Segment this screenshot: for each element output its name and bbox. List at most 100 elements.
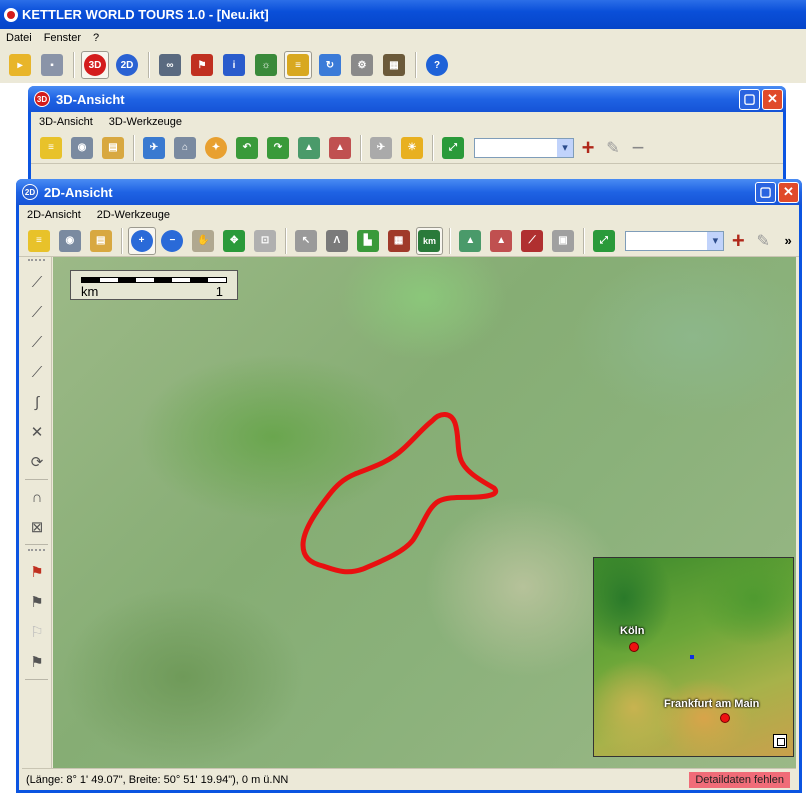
edit-pencil-icon[interactable]: ✎ bbox=[752, 231, 774, 251]
route-tool-1[interactable]: ⟋ bbox=[24, 269, 50, 295]
help-button[interactable]: ? bbox=[423, 51, 451, 79]
grid-button[interactable]: ▦ bbox=[385, 227, 413, 255]
mountain-icon: ▲ bbox=[298, 136, 320, 159]
close-button[interactable]: ✕ bbox=[762, 88, 783, 110]
track-select[interactable] bbox=[624, 230, 725, 251]
map-layer-button[interactable]: ▙ bbox=[354, 227, 382, 255]
zoom-in-button[interactable]: + bbox=[127, 226, 156, 255]
tunnel-button[interactable]: ∩ bbox=[24, 484, 50, 510]
view-3d-button[interactable]: 3D bbox=[81, 51, 109, 79]
terrain-up-button[interactable]: ▲ bbox=[456, 227, 484, 255]
minimap-toggle-button[interactable] bbox=[773, 734, 787, 748]
menu-3d-werkzeuge[interactable]: 3D-Werkzeuge bbox=[101, 116, 190, 128]
route-insert-icon: ⟋ bbox=[31, 333, 43, 351]
track-select[interactable] bbox=[474, 137, 574, 158]
notes-button[interactable]: ≡ bbox=[25, 227, 53, 255]
route-cut-icon: ✕ bbox=[30, 424, 44, 441]
info-button[interactable]: i bbox=[220, 51, 248, 79]
open-button[interactable]: ▸ bbox=[6, 51, 34, 79]
toolbar-separator bbox=[148, 52, 149, 78]
window-3d-title: 3D-Ansicht bbox=[56, 91, 125, 107]
notes-button[interactable]: ≡ bbox=[37, 134, 65, 162]
grid-icon: ▦ bbox=[387, 229, 410, 252]
scale-button[interactable]: km bbox=[415, 226, 444, 255]
help-icon: ? bbox=[426, 54, 448, 76]
fullscreen-button[interactable]: ⤢ bbox=[590, 227, 618, 255]
zoom-extent-button[interactable]: ✥ bbox=[220, 227, 248, 255]
start-flag-button[interactable]: ⚑ bbox=[24, 559, 50, 585]
maximize-button[interactable]: ▢ bbox=[739, 88, 760, 110]
camera-button[interactable]: ◉ bbox=[68, 134, 96, 162]
remove-icon[interactable]: − bbox=[627, 135, 649, 161]
kettler-logo-icon bbox=[4, 7, 18, 22]
route-tool-6[interactable]: ✕ bbox=[24, 419, 50, 445]
terrain-up-button[interactable]: ▲ bbox=[295, 134, 323, 162]
photos-button[interactable]: ▣ bbox=[549, 227, 577, 255]
settings-button[interactable]: ⚙ bbox=[348, 51, 376, 79]
binoculars-button[interactable]: ∞ bbox=[156, 51, 184, 79]
zoom-window-button[interactable]: ⊡ bbox=[251, 227, 279, 255]
checkered-flag-button[interactable]: ⚑ bbox=[24, 589, 50, 615]
menu-datei[interactable]: Datei bbox=[0, 32, 38, 44]
edit-pencil-icon[interactable]: ✎ bbox=[602, 138, 624, 158]
sun-icon: ☀ bbox=[401, 136, 423, 159]
print-button[interactable]: ▤ bbox=[87, 227, 115, 255]
menu-help[interactable]: ? bbox=[87, 32, 105, 44]
undo-button[interactable]: ↶ bbox=[233, 134, 261, 162]
device-button[interactable]: ▦ bbox=[380, 51, 408, 79]
fly-button[interactable]: ✈ bbox=[140, 134, 168, 162]
zoom-window-icon: ⊡ bbox=[254, 229, 277, 252]
redo-button[interactable]: ↷ bbox=[264, 134, 292, 162]
menu-2d-werkzeuge[interactable]: 2D-Werkzeuge bbox=[89, 209, 178, 221]
menu-2d-ansicht[interactable]: 2D-Ansicht bbox=[19, 209, 89, 221]
flight-button[interactable]: ✈ bbox=[367, 134, 395, 162]
route-tool-7[interactable]: ⟳ bbox=[24, 449, 50, 475]
add-icon[interactable]: + bbox=[727, 228, 749, 254]
window-3d-titlebar: 3D 3D-Ansicht ▢ ✕ bbox=[28, 86, 786, 112]
profile-button[interactable]: ⟋ bbox=[518, 227, 546, 255]
main-menubar: Datei Fenster ? bbox=[0, 29, 806, 47]
terrain-down-button[interactable]: ▲ bbox=[487, 227, 515, 255]
menu-fenster[interactable]: Fenster bbox=[38, 32, 87, 44]
window-3d-menu: 3D-Ansicht 3D-Werkzeuge bbox=[31, 112, 783, 132]
race-flag-icon: ⚑ bbox=[191, 54, 213, 76]
tour-button[interactable]: ☼ bbox=[252, 51, 280, 79]
refresh-button[interactable]: ↻ bbox=[316, 51, 344, 79]
flags-button[interactable]: ⚑ bbox=[188, 51, 216, 79]
printer-icon: ▤ bbox=[89, 229, 112, 252]
zoom-out-button[interactable]: − bbox=[159, 227, 187, 255]
terrain-down-button[interactable]: ▲ bbox=[326, 134, 354, 162]
bridge-button[interactable]: ⊠ bbox=[24, 514, 50, 540]
route-tool-3[interactable]: ⟋ bbox=[24, 329, 50, 355]
route-tool-2[interactable]: ⟋ bbox=[24, 299, 50, 325]
print-button[interactable]: ▤ bbox=[99, 134, 127, 162]
overview-minimap[interactable]: Köln Frankfurt am Main bbox=[593, 557, 794, 757]
resize-icon: ⤢ bbox=[592, 229, 615, 252]
view-2d-button[interactable]: 2D bbox=[113, 51, 141, 79]
pan-button[interactable]: ✋ bbox=[189, 227, 217, 255]
finish-flag-button[interactable]: ⚑ bbox=[24, 649, 50, 675]
home-button[interactable]: ⌂ bbox=[171, 134, 199, 162]
menu-3d-ansicht[interactable]: 3D-Ansicht bbox=[31, 116, 101, 128]
start-flag-icon: ⚑ bbox=[30, 564, 44, 581]
sun-button[interactable]: ☀ bbox=[398, 134, 426, 162]
route-tool-5[interactable]: ∫ bbox=[24, 389, 50, 415]
window-2d: 2D 2D-Ansicht ▢ ✕ 2D-Ansicht 2D-Werkzeug… bbox=[16, 179, 802, 793]
fullscreen-button[interactable]: ⤢ bbox=[439, 134, 467, 162]
measure-button[interactable]: Λ bbox=[323, 227, 351, 255]
list-button[interactable]: ≡ bbox=[284, 51, 312, 79]
compass-button[interactable]: ✦ bbox=[202, 134, 230, 162]
toolbar-overflow-button[interactable]: » bbox=[777, 233, 799, 248]
white-flag-button[interactable]: ⚐ bbox=[24, 619, 50, 645]
route-tool-4[interactable]: ⟋ bbox=[24, 359, 50, 385]
white-flag-icon: ⚐ bbox=[30, 624, 44, 641]
maximize-button[interactable]: ▢ bbox=[755, 181, 776, 203]
add-icon[interactable]: + bbox=[577, 135, 599, 161]
save-button[interactable]: ▪ bbox=[38, 51, 66, 79]
select-button[interactable]: ↖ bbox=[292, 227, 320, 255]
close-button[interactable]: ✕ bbox=[778, 181, 799, 203]
info-icon: i bbox=[223, 54, 245, 76]
route-join-icon: ⟳ bbox=[30, 454, 44, 471]
camera-button[interactable]: ◉ bbox=[56, 227, 84, 255]
map-view[interactable]: km 1 Köln Frankfurt am Main bbox=[53, 257, 796, 768]
